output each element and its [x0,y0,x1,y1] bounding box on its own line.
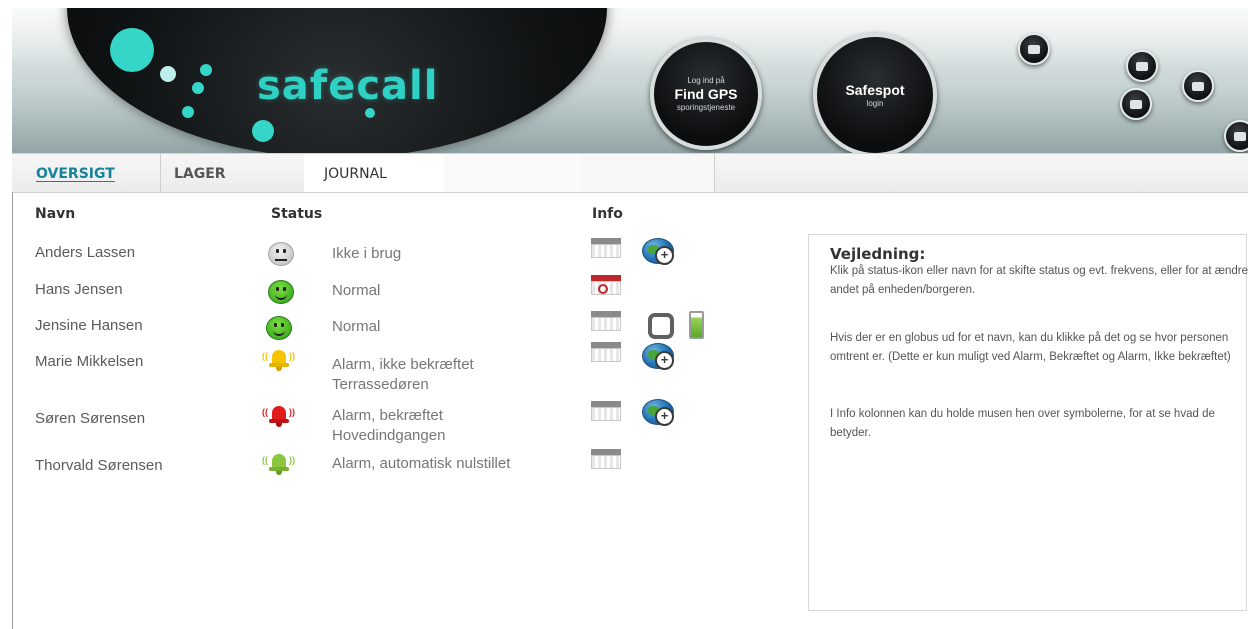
table-row-name[interactable]: Jensine Hansen [35,317,143,334]
content-left-border [12,192,13,629]
logo-dot [182,106,194,118]
globe-zoom-icon[interactable]: + [642,399,676,426]
calendar-icon[interactable] [591,342,621,362]
battery-icon[interactable] [689,311,704,339]
table-row-name[interactable]: Hans Jensen [35,281,123,298]
column-header-name: Navn [35,206,76,222]
calendar-red-icon[interactable] [591,275,621,295]
tab-journal[interactable]: JOURNAL [304,154,445,192]
logo-dot [252,120,274,142]
tab-journal-label: JOURNAL [324,166,387,182]
tab-empty [580,154,715,192]
table-row-status: Alarm, ikke bekræftet [332,356,474,373]
help-paragraph: Hvis der er en globus ud for et navn, ka… [830,332,1231,363]
tab-lager[interactable]: LAGER [160,154,305,192]
print-icon[interactable] [1182,70,1214,102]
safespot-login-button[interactable]: Safespot login [813,33,937,153]
help-paragraph: Klik på status-ikon eller navn for at sk… [830,265,1248,296]
tab-bar: OVERSIGT LAGER JOURNAL [12,153,1248,193]
status-neutral-icon[interactable] [268,242,294,266]
table-row-status: Normal [332,318,381,335]
table-row-status: Ikke i brug [332,245,402,262]
calendar-icon[interactable] [591,449,621,469]
status-ok-icon[interactable] [268,280,294,304]
table-row-name[interactable]: Thorvald Sørensen [35,457,163,474]
safespot-button-sub: login [866,98,884,108]
calendar-icon[interactable] [591,311,621,331]
logo-dot [110,28,154,72]
user-icon[interactable] [1224,120,1248,152]
table-row-name[interactable]: Marie Mikkelsen [35,353,143,370]
table-row-status-location: Terrassedøren [332,376,429,393]
tab-oversigt-label: OVERSIGT [36,166,115,182]
help-paragraph: I Info kolonnen kan du holde musen hen o… [830,408,1215,439]
help-title: Vejledning: [830,245,926,263]
tab-empty [444,154,581,192]
globe-zoom-icon[interactable]: + [642,343,676,370]
alarm-reset-bell-icon[interactable]: (( )) [262,452,296,478]
gps-button-line2: Find GPS [674,85,738,102]
logo-dot [192,82,204,94]
table-row-status: Alarm, automatisk nulstillet [332,455,511,472]
tab-lager-label: LAGER [174,166,226,182]
table-row-name[interactable]: Anders Lassen [35,244,135,261]
logo-dot [160,66,176,82]
column-header-status: Status [271,206,323,222]
find-gps-button[interactable]: Log ind på Find GPS sporingstjeneste [650,38,762,150]
status-ok-icon[interactable] [266,316,292,340]
table-row-status: Normal [332,282,381,299]
logo-dot [365,108,375,118]
table-row-status: Alarm, bekræftet [332,407,443,424]
alarm-unconfirmed-bell-icon[interactable]: (( )) [262,348,296,374]
help-panel: Vejledning: Klik på status-ikon eller na… [808,234,1248,611]
settings-icon[interactable] [1120,88,1152,120]
globe-zoom-icon[interactable]: + [642,238,676,265]
tab-oversigt[interactable]: OVERSIGT [12,154,161,192]
table-row-name[interactable]: Søren Sørensen [35,410,145,427]
gps-button-line1: Log ind på [687,75,725,85]
logo-dot [200,64,212,76]
brand-logo: safecall [257,63,439,109]
table-row-status-location: Hovedindgangen [332,427,446,444]
app-header: safecall Log ind på Find GPS sporingstje… [12,8,1248,153]
help-icon[interactable] [1018,33,1050,65]
device-icon[interactable] [648,313,674,339]
calendar-icon[interactable] [591,401,621,421]
column-header-info: Info [592,206,623,222]
safespot-button-title: Safespot [845,81,905,98]
alarm-confirmed-bell-icon[interactable]: (( )) [262,404,296,430]
mail-icon[interactable] [1126,50,1158,82]
gps-button-line3: sporingstjeneste [676,102,736,112]
calendar-icon[interactable] [591,238,621,258]
